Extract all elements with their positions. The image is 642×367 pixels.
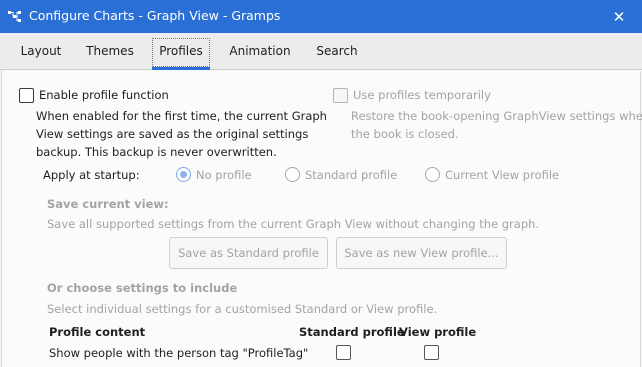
save-standard-profile-button[interactable]: Save as Standard profile [169, 237, 328, 269]
save-current-view-heading: Save current view: [47, 197, 169, 211]
tab-search[interactable]: Search [310, 33, 364, 70]
gramps-app-icon [8, 11, 21, 22]
temp-profiles-checkbox[interactable] [333, 88, 348, 103]
description-line: View settings are saved as the original … [36, 127, 309, 141]
radio-standard-profile[interactable] [285, 167, 300, 182]
description-line: Restore the book-opening GraphView setti… [351, 109, 642, 123]
row-view-checkbox[interactable] [424, 345, 439, 360]
temp-profiles-label[interactable]: Use profiles temporarily [353, 88, 491, 102]
button-label: Save as Standard profile [178, 246, 319, 260]
tab-themes[interactable]: Themes [78, 33, 142, 70]
tab-bar: Layout Themes Profiles Animation Search [0, 33, 642, 70]
tab-profiles[interactable]: Profiles [152, 33, 210, 70]
choose-settings-heading: Or choose settings to include [47, 281, 238, 295]
table-row-label: Show people with the person tag "Profile… [49, 346, 309, 360]
temp-profiles-description: Restore the book-opening GraphView setti… [351, 107, 642, 143]
tab-layout[interactable]: Layout [12, 33, 70, 70]
enable-profile-description: When enabled for the first time, the cur… [36, 107, 327, 161]
radio-standard-profile-label[interactable]: Standard profile [305, 168, 397, 182]
enable-profile-checkbox[interactable] [19, 88, 34, 103]
title-bar[interactable]: Configure Charts - Graph View - Gramps ✕ [0, 0, 642, 33]
row-standard-checkbox[interactable] [336, 345, 351, 360]
window-title: Configure Charts - Graph View - Gramps [29, 8, 281, 23]
save-current-view-description: Save all supported settings from the cur… [47, 217, 540, 231]
save-view-profile-button[interactable]: Save as new View profile... [336, 237, 507, 269]
enable-profile-label[interactable]: Enable profile function [39, 88, 169, 102]
table-header-view-profile: View profile [399, 325, 477, 339]
description-line: backup. This backup is never overwritten… [36, 145, 277, 159]
radio-no-profile[interactable] [176, 167, 191, 182]
tab-label: Search [316, 44, 358, 58]
tab-animation[interactable]: Animation [224, 33, 296, 70]
button-label: Save as new View profile... [344, 246, 499, 260]
description-line: the book is closed. [351, 127, 459, 141]
tab-label: Animation [229, 44, 291, 58]
active-tab-indicator [152, 67, 210, 70]
tab-label: Layout [20, 44, 62, 58]
table-header-profile-content: Profile content [49, 325, 146, 339]
choose-settings-description: Select individual settings for a customi… [47, 302, 438, 316]
close-icon: ✕ [612, 7, 626, 26]
table-header-standard-profile: Standard profile [299, 325, 405, 339]
profiles-panel: Enable profile function When enabled for… [1, 71, 642, 367]
radio-current-view-profile-label[interactable]: Current View profile [445, 168, 559, 182]
radio-no-profile-label[interactable]: No profile [196, 168, 252, 182]
description-line: When enabled for the first time, the cur… [36, 109, 327, 123]
startup-label: Apply at startup: [43, 168, 140, 182]
tab-label: Profiles [159, 44, 203, 58]
close-button[interactable]: ✕ [596, 0, 642, 33]
tab-label: Themes [86, 44, 134, 58]
radio-current-view-profile[interactable] [425, 167, 440, 182]
